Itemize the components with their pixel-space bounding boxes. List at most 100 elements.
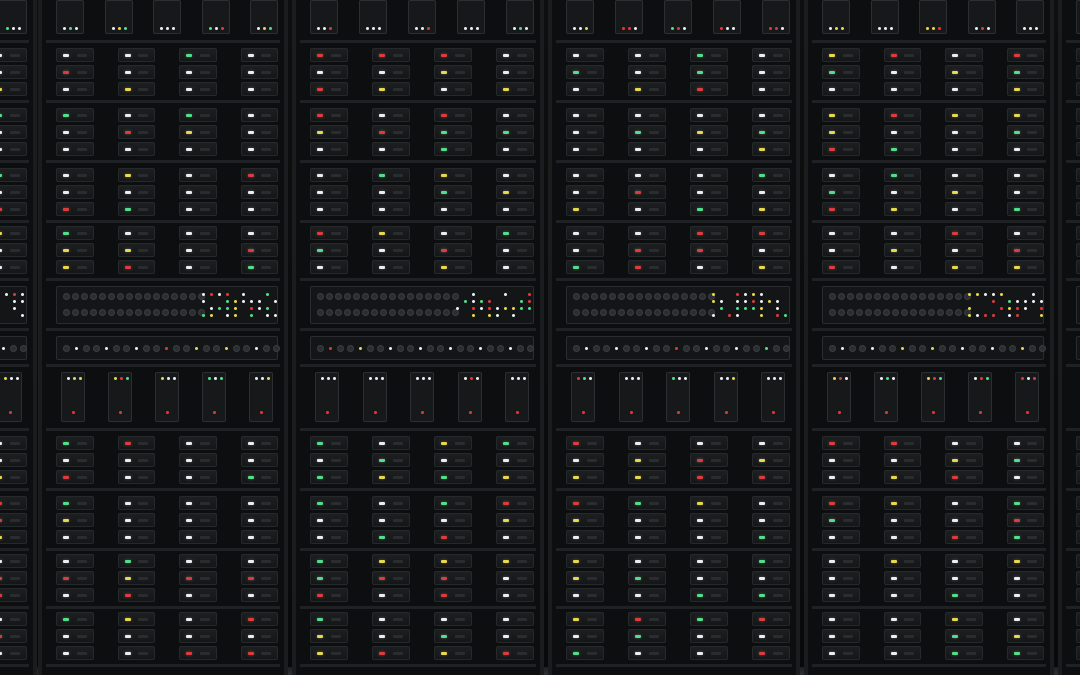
drive-bay [179,142,217,156]
indicator-dot [1040,307,1043,310]
drive-bay [822,260,860,274]
status-led [63,71,69,74]
drive-bay [566,65,604,79]
status-led [393,131,403,134]
control-knob [865,293,872,300]
drive-bay [372,453,410,467]
status-led [587,618,597,621]
rack-unit-row [0,282,29,331]
status-led [331,266,341,269]
status-led [186,148,192,151]
drive-bay [690,436,728,450]
control-knob [416,293,423,300]
indicator-dot [772,411,775,414]
status-led [759,208,765,211]
power-module [108,372,132,422]
indicator-dot [683,27,686,30]
indicator-dot [10,377,13,380]
indicator-dot [731,377,735,380]
status-led [842,560,853,563]
rack-rail [812,100,1046,103]
status-led [379,502,385,505]
indicator-dot [992,300,995,303]
control-knob [849,345,856,352]
status-led [649,114,659,117]
indicator-dot [114,377,117,380]
indicator-dot [573,27,576,30]
status-led [261,459,271,462]
control-knob [600,309,607,316]
status-led [759,131,765,134]
drive-bay [1006,588,1044,602]
status-led [1013,174,1020,177]
status-led [76,174,87,177]
status-led [76,652,87,655]
rack-rail [1066,100,1080,103]
indicator-dot [250,314,253,317]
indicator-dot [202,300,205,303]
status-led [186,536,192,539]
drive-bay [0,453,27,467]
drive-bay [883,142,921,156]
drive-bay [1076,202,1080,216]
drive-bay [496,243,534,257]
status-led [138,208,148,211]
control-knob [883,309,890,316]
status-led [587,54,597,57]
control-knob [645,293,652,300]
status-led [965,131,976,134]
status-led [952,442,958,445]
drive-bay [496,65,534,79]
control-knob [901,309,908,316]
rack-rail [300,488,536,491]
status-led [711,249,721,252]
drive-bay [752,226,790,240]
status-led [842,519,853,522]
status-led [317,652,323,655]
indicator-dot [1040,300,1043,303]
status-led [587,476,597,479]
status-led [0,560,2,563]
drive-bay [240,226,278,240]
status-led [697,560,703,563]
status-led [829,577,835,580]
status-led [503,232,509,235]
status-led [711,560,721,563]
status-led [441,476,447,479]
rack-unit-row [46,432,280,491]
drive-bay [566,226,604,240]
indicator-dot [1000,307,1003,310]
status-led [76,208,87,211]
indicator-dot [968,293,971,296]
indicator-dot [528,307,531,310]
rack-unit-row [300,608,536,667]
status-led [441,459,447,462]
indicator-dot [226,293,229,296]
control-knob [946,309,953,316]
indicator-dot [220,377,223,380]
status-led [890,148,897,151]
status-led [0,652,2,655]
indicator-dot [472,314,475,317]
status-led [697,131,703,134]
status-led [10,652,20,655]
drive-bay [690,513,728,527]
rack-unit-row [1066,432,1080,491]
status-led [63,148,69,151]
indicator-dot [210,307,213,310]
status-led [455,54,465,57]
control-knob [427,345,434,352]
status-led [317,560,323,563]
status-led [842,502,853,505]
status-led [379,88,385,91]
status-led [697,266,703,269]
status-led [1013,249,1020,252]
drive-bay [822,185,860,199]
status-led [247,174,254,177]
status-led [503,519,509,522]
status-led [1013,459,1020,462]
rack-rail [556,278,792,281]
drive-bay [1076,168,1080,182]
status-led [649,459,659,462]
status-led [587,536,597,539]
